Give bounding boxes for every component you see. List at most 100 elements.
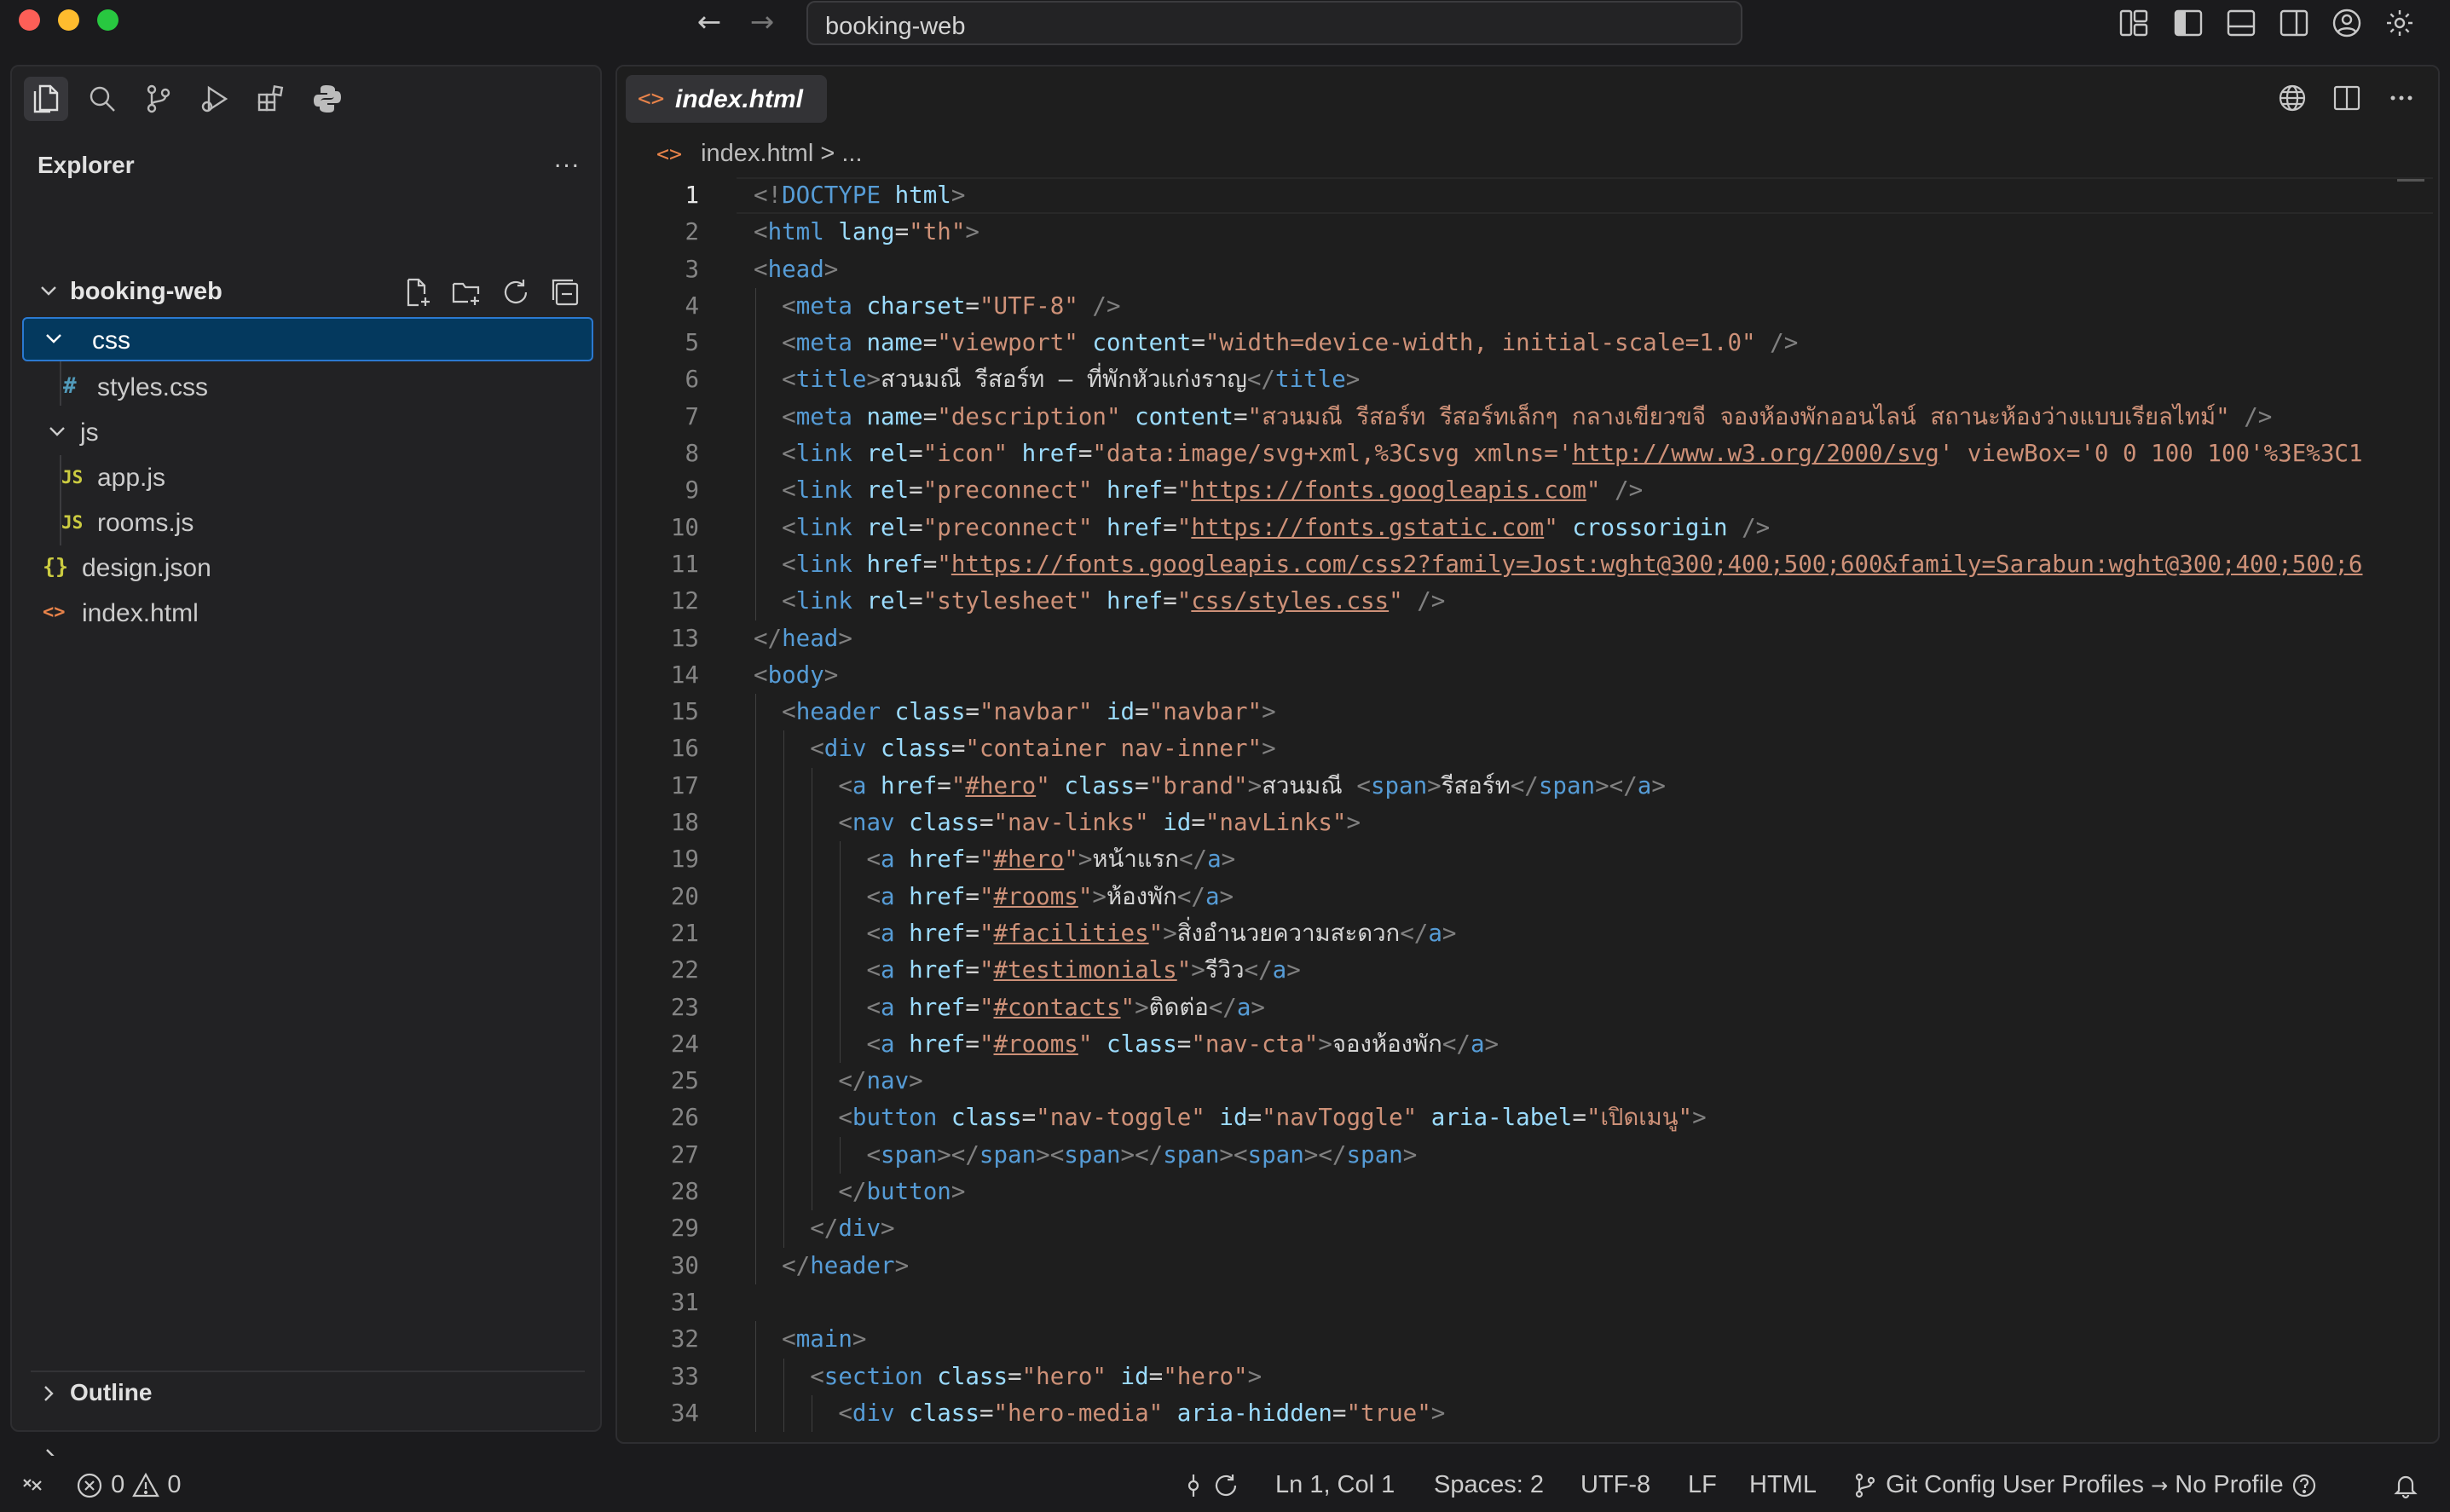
explorer-more-button[interactable]: ...	[554, 145, 581, 174]
code-line[interactable]: 8 <link rel="icon" href="data:image/svg+…	[617, 436, 2438, 473]
remote-indicator-icon[interactable]	[19, 1471, 48, 1500]
collapse-all-icon[interactable]	[549, 276, 581, 309]
problems-indicator[interactable]: 0 0	[75, 1471, 181, 1500]
code-line[interactable]: 9 <link rel="preconnect" href="https://f…	[617, 472, 2438, 510]
code-line[interactable]: 23 <a href="#contacts">ติดต่อ</a>	[617, 989, 2438, 1026]
code-token[interactable]: #contacts	[994, 994, 1121, 1021]
code-token: lang	[838, 218, 895, 246]
globe-icon[interactable]	[2276, 82, 2308, 114]
code-line[interactable]: 18 <nav class="nav-links" id="navLinks">	[617, 805, 2438, 842]
code-token[interactable]: https://fonts.googleapis.com/css2?family…	[951, 551, 2363, 578]
arrow-left-icon[interactable]: ←	[692, 5, 726, 39]
code-token[interactable]: https://fonts.gstatic.com	[1191, 514, 1544, 541]
code-line[interactable]: 7 <meta name="description" content="สวนม…	[617, 398, 2438, 436]
code-line[interactable]: 6 <title>สวนมณี รีสอร์ท — ที่พักหัวแก่งร…	[617, 361, 2438, 399]
code-line[interactable]: 26 <button class="nav-toggle" id="navTog…	[617, 1099, 2438, 1137]
code-line[interactable]: 14 <body>	[617, 657, 2438, 694]
code-editor[interactable]: 1 <!DOCTYPE html> 2 <html lang="th"> 3 <head>…	[617, 177, 2438, 1433]
split-editor-icon[interactable]	[2331, 82, 2363, 114]
account-icon[interactable]	[2331, 7, 2363, 39]
code-token: =	[922, 329, 938, 357]
code-token[interactable]: #facilities	[994, 920, 1149, 947]
command-center-search[interactable]: booking-web	[806, 1, 1742, 45]
code-token[interactable]: #rooms	[994, 883, 1078, 910]
tree-item-rooms-js[interactable]: JS rooms.js	[12, 500, 600, 545]
indentation[interactable]: Spaces: 2	[1434, 1471, 1544, 1499]
code-line[interactable]: 17 <a href="#hero" class="brand">สวนมณี …	[617, 767, 2438, 805]
source-control-icon[interactable]	[136, 77, 181, 121]
arrow-right-icon[interactable]: →	[745, 5, 779, 39]
cursor-position[interactable]: Ln 1, Col 1	[1275, 1471, 1395, 1499]
code-token[interactable]: #hero	[994, 845, 1065, 873]
end-of-line[interactable]: LF	[1688, 1471, 1717, 1499]
tree-item-app-js[interactable]: JS app.js	[12, 455, 600, 499]
encoding[interactable]: UTF-8	[1580, 1471, 1650, 1499]
code-line[interactable]: 21 <a href="#facilities">สิ่งอำนวยความสะ…	[617, 915, 2438, 953]
workspace-root-folder[interactable]: booking-web	[12, 269, 600, 314]
toggle-panel-icon[interactable]	[2225, 7, 2257, 39]
python-icon[interactable]	[305, 77, 350, 121]
bell-icon[interactable]	[2392, 1471, 2419, 1499]
toggle-secondary-sidebar-icon[interactable]	[2278, 7, 2310, 39]
code-line[interactable]: 19 <a href="#hero">หน้าแรก</a>	[617, 841, 2438, 879]
breadcrumb-file[interactable]: index.html	[701, 140, 813, 167]
code-token[interactable]: http://www.w3.org/2000/svg	[1572, 440, 1939, 467]
tab-index-html[interactable]: <> index.html	[626, 75, 827, 123]
gear-icon[interactable]	[2384, 7, 2416, 39]
code-token[interactable]: https://fonts.googleapis.com	[1191, 476, 1586, 504]
code-line[interactable]: 31	[617, 1284, 2438, 1321]
code-line[interactable]: 34 <div class="hero-media" aria-hidden="…	[617, 1394, 2438, 1433]
code-line[interactable]: 20 <a href="#rooms">ห้องพัก</a>	[617, 878, 2438, 915]
code-line[interactable]: 25 </nav>	[617, 1063, 2438, 1100]
tree-item-design-json[interactable]: {} design.json	[12, 545, 600, 590]
code-line[interactable]: 13 </head>	[617, 620, 2438, 657]
code-line[interactable]: 5 <meta name="viewport" content="width=d…	[617, 325, 2438, 362]
code-line[interactable]: 2 <html lang="th">	[617, 214, 2438, 251]
window-close-button[interactable]	[19, 9, 40, 31]
run-debug-icon[interactable]	[193, 77, 237, 121]
code-line[interactable]: 28 </button>	[617, 1174, 2438, 1211]
code-token[interactable]: #rooms	[994, 1030, 1078, 1058]
code-line[interactable]: 33 <section class="hero" id="hero">	[617, 1358, 2438, 1395]
window-minimize-button[interactable]	[58, 9, 79, 31]
code-line[interactable]: 15 <header class="navbar" id="navbar">	[617, 694, 2438, 731]
new-file-icon[interactable]	[401, 276, 433, 309]
extensions-icon[interactable]	[249, 77, 293, 121]
tree-item-styles-css[interactable]: # styles.css	[12, 365, 600, 409]
code-line[interactable]: 10 <link rel="preconnect" href="https://…	[617, 509, 2438, 546]
toggle-primary-sidebar-icon[interactable]	[2172, 7, 2204, 39]
tree-item-index-html[interactable]: <> index.html	[12, 591, 600, 635]
code-line[interactable]: 1 <!DOCTYPE html>	[617, 177, 2438, 214]
port-forward-icon[interactable]	[1180, 1471, 1207, 1499]
refresh-icon[interactable]	[500, 276, 532, 309]
code-token[interactable]: #testimonials	[994, 956, 1177, 984]
git-profile-item[interactable]: Git Config User Profiles → No Profile	[1852, 1471, 2318, 1499]
chevron-right-icon[interactable]	[36, 1381, 61, 1406]
code-line[interactable]: 30 </header>	[617, 1247, 2438, 1284]
sync-icon[interactable]	[1212, 1471, 1239, 1499]
code-line[interactable]: 3 <head>	[617, 251, 2438, 288]
breadcrumb-rest[interactable]: > ...	[820, 140, 862, 167]
window-maximize-button[interactable]	[97, 9, 118, 31]
code-line[interactable]: 16 <div class="container nav-inner">	[617, 730, 2438, 768]
tree-item-css-folder[interactable]: css	[22, 317, 593, 361]
code-token[interactable]: #hero	[965, 772, 1036, 799]
language-mode[interactable]: HTML	[1749, 1471, 1817, 1499]
code-line[interactable]: 24 <a href="#rooms" class="nav-cta">จองห…	[617, 1025, 2438, 1064]
breadcrumb[interactable]: <> index.html > ...	[656, 140, 863, 168]
explorer-files-icon[interactable]	[24, 77, 68, 121]
code-line[interactable]: 29 </div>	[617, 1210, 2438, 1248]
code-line[interactable]: 27 <span></span><span></span><span></spa…	[617, 1136, 2438, 1174]
code-line[interactable]: 4 <meta charset="UTF-8" />	[617, 287, 2438, 326]
code-text: <link rel="preconnect" href="https://fon…	[754, 472, 1643, 509]
search-icon[interactable]	[80, 77, 124, 121]
code-line[interactable]: 22 <a href="#testimonials">รีวิว</a>	[617, 952, 2438, 990]
code-token[interactable]: css/styles.css	[1191, 587, 1389, 615]
code-line[interactable]: 32 <main>	[617, 1321, 2438, 1359]
new-folder-icon[interactable]	[450, 276, 482, 309]
tree-item-js-folder[interactable]: js	[12, 410, 600, 454]
code-line[interactable]: 11 <link href="https://fonts.googleapis.…	[617, 545, 2438, 584]
more-actions-icon[interactable]	[2385, 82, 2418, 114]
code-line[interactable]: 12 <link rel="stylesheet" href="css/styl…	[617, 583, 2438, 620]
customize-layout-icon[interactable]	[2118, 7, 2150, 39]
